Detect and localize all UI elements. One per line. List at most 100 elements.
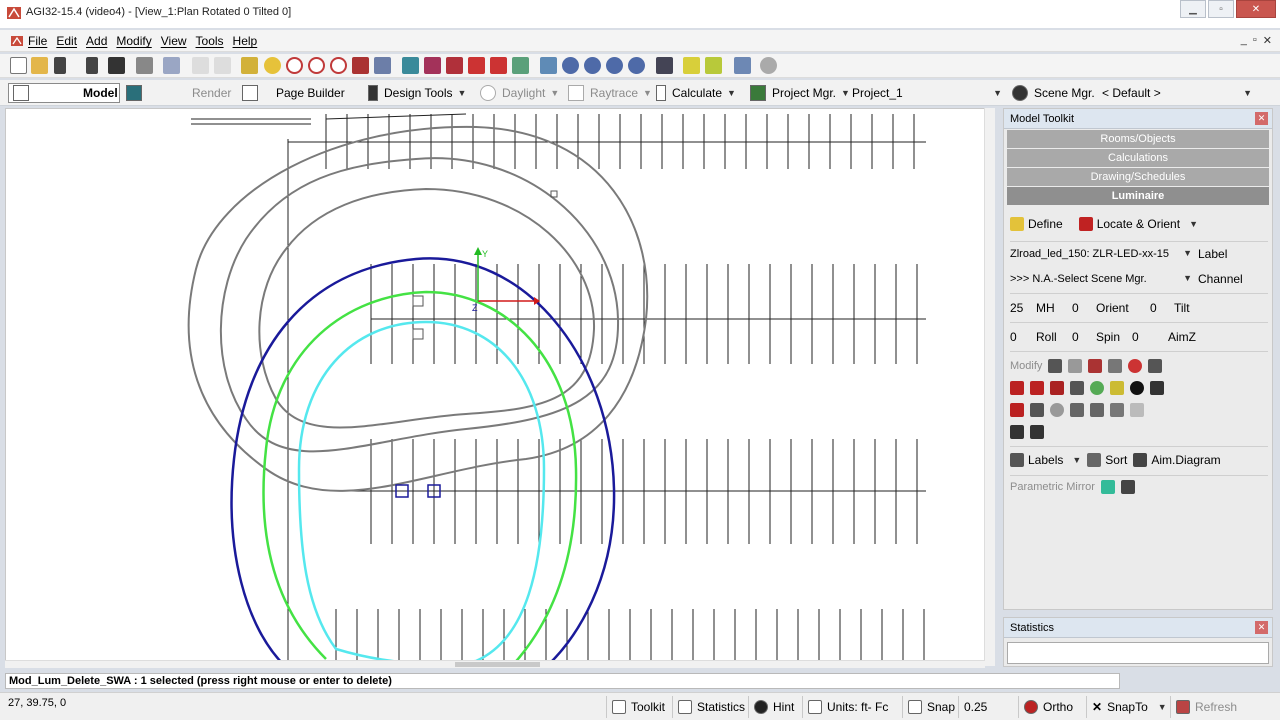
- lock-icon[interactable]: [1010, 425, 1024, 439]
- locate-orient-button[interactable]: Locate & Orient ▼: [1078, 217, 1198, 231]
- statistics-list[interactable]: [1007, 642, 1269, 664]
- drawing-viewport[interactable]: Y Z: [5, 108, 995, 666]
- render-view-icon[interactable]: [656, 57, 673, 74]
- category-rooms-objects[interactable]: Rooms/Objects: [1007, 130, 1269, 148]
- parametric-mirror-icon[interactable]: [1100, 480, 1115, 494]
- menu-tools[interactable]: Tools: [196, 34, 224, 48]
- edit-mount-icon[interactable]: [1070, 381, 1084, 395]
- snapto-menu[interactable]: ✕ SnapTo ▼: [1086, 696, 1167, 718]
- target-icon[interactable]: [1090, 381, 1104, 395]
- edit-arm-icon[interactable]: [1030, 381, 1044, 395]
- view-sphere-4-icon[interactable]: [628, 57, 645, 74]
- document-icon[interactable]: [10, 34, 24, 48]
- category-drawing-schedules[interactable]: Drawing/Schedules: [1007, 168, 1269, 186]
- globe-icon[interactable]: [1050, 403, 1064, 417]
- pan-icon[interactable]: [264, 57, 281, 74]
- on-off-icon[interactable]: [1150, 381, 1164, 395]
- edit-pencil-icon[interactable]: [683, 57, 700, 74]
- zoom-out-icon[interactable]: [330, 57, 347, 74]
- page-builder-tab[interactable]: Page Builder: [242, 83, 350, 103]
- roll-input[interactable]: 0: [1010, 330, 1030, 344]
- menu-modify[interactable]: Modify: [116, 34, 151, 48]
- query-icon[interactable]: [734, 57, 751, 74]
- view-sphere-1-icon[interactable]: [562, 57, 579, 74]
- aimz-input[interactable]: 0: [1132, 330, 1162, 344]
- spin-input[interactable]: 0: [1072, 330, 1090, 344]
- mdi-restore-button[interactable]: ▫: [1253, 34, 1257, 47]
- redo-icon[interactable]: [214, 57, 231, 74]
- layer-icon[interactable]: [1030, 403, 1044, 417]
- scene-channel-select[interactable]: >>> N.A.-Select Scene Mgr. ▼: [1010, 273, 1192, 285]
- rotate-icon[interactable]: [1148, 359, 1163, 373]
- copy-icon[interactable]: [163, 57, 180, 74]
- copy-luminaire-icon[interactable]: [1068, 359, 1083, 373]
- tilt-input[interactable]: 0: [1150, 301, 1168, 315]
- project-mgr-menu[interactable]: Project Mgr. ▼: [750, 83, 850, 103]
- array-icon[interactable]: [1048, 359, 1063, 373]
- parametric-array-icon[interactable]: [1120, 480, 1135, 494]
- close-icon[interactable]: ✕: [1255, 621, 1268, 634]
- statistics-toggle[interactable]: Statistics: [672, 696, 745, 718]
- view-sphere-2-icon[interactable]: [584, 57, 601, 74]
- snap-toggle[interactable]: Snap: [902, 696, 955, 718]
- close-icon[interactable]: ✕: [1255, 112, 1268, 125]
- mdi-minimize-button[interactable]: _: [1241, 34, 1247, 47]
- save-icon[interactable]: [108, 57, 125, 74]
- flip-icon[interactable]: [1110, 381, 1124, 395]
- pencil-icon[interactable]: [241, 57, 258, 74]
- new-file-icon[interactable]: [10, 57, 27, 74]
- labels-button[interactable]: Labels ▼: [1010, 453, 1081, 467]
- print-icon[interactable]: [136, 57, 153, 74]
- stop-icon[interactable]: [760, 57, 777, 74]
- replace-icon[interactable]: [1088, 359, 1103, 373]
- view-plan-icon[interactable]: [402, 57, 419, 74]
- horizontal-scrollbar[interactable]: [5, 660, 985, 668]
- toolkit-toggle[interactable]: Toolkit: [606, 696, 665, 718]
- aim-icon[interactable]: [1128, 359, 1143, 373]
- aim-diagram-button[interactable]: Aim.Diagram: [1133, 453, 1221, 467]
- ortho-toggle[interactable]: Ortho: [1018, 696, 1073, 718]
- more-icon[interactable]: [1130, 403, 1144, 417]
- category-calculations[interactable]: Calculations: [1007, 149, 1269, 167]
- mdi-close-button[interactable]: ✕: [1263, 34, 1272, 47]
- scene-select[interactable]: < Default > ▼: [1102, 83, 1252, 103]
- contrast-icon[interactable]: [1130, 381, 1144, 395]
- grid-icon[interactable]: [1090, 403, 1104, 417]
- snap-value-input[interactable]: 0.25: [958, 696, 1013, 718]
- menu-view[interactable]: View: [161, 34, 187, 48]
- view-front-icon[interactable]: [424, 57, 441, 74]
- menu-help[interactable]: Help: [233, 34, 258, 48]
- category-luminaire[interactable]: Luminaire: [1007, 187, 1269, 205]
- refresh-button[interactable]: Refresh: [1170, 696, 1237, 718]
- unlock-icon[interactable]: [1030, 425, 1044, 439]
- move-icon[interactable]: [1108, 359, 1123, 373]
- view-rotate-icon[interactable]: [468, 57, 485, 74]
- luminaire-select[interactable]: Zlroad_led_150: ZLR-LED-xx-15 ▼: [1010, 248, 1192, 260]
- scene-mgr-button[interactable]: Scene Mgr.: [1012, 83, 1095, 103]
- view-camera-icon[interactable]: [540, 57, 557, 74]
- aim-at-point-icon[interactable]: [1010, 403, 1024, 417]
- view-tilt-icon[interactable]: [490, 57, 507, 74]
- calculate-menu[interactable]: Calculate ▼: [656, 83, 736, 103]
- view-sphere-3-icon[interactable]: [606, 57, 623, 74]
- draw-line-icon[interactable]: [705, 57, 722, 74]
- menu-edit[interactable]: Edit: [56, 34, 77, 48]
- view-side-icon[interactable]: [446, 57, 463, 74]
- plan-view-drawing[interactable]: Y Z: [6, 109, 995, 666]
- hint-toggle[interactable]: Hint: [748, 696, 794, 718]
- zoom-in-icon[interactable]: [286, 57, 303, 74]
- restore-button[interactable]: ▫: [1208, 0, 1234, 18]
- menu-file[interactable]: File: [28, 34, 47, 48]
- minimize-button[interactable]: ▁: [1180, 0, 1206, 18]
- menu-add[interactable]: Add: [86, 34, 107, 48]
- export-icon[interactable]: [86, 57, 98, 74]
- model-mode-tab[interactable]: Model: [8, 83, 120, 103]
- design-tools-menu[interactable]: Design Tools ▼: [368, 83, 466, 103]
- undo-icon[interactable]: [192, 57, 209, 74]
- scroll-thumb[interactable]: [455, 662, 540, 667]
- edit-head-icon[interactable]: [1050, 381, 1064, 395]
- define-button[interactable]: Define: [1010, 217, 1063, 231]
- close-button[interactable]: ✕: [1236, 0, 1276, 18]
- command-line[interactable]: Mod_Lum_Delete_SWA : 1 selected (press r…: [5, 673, 1120, 689]
- open-folder-icon[interactable]: [31, 57, 48, 74]
